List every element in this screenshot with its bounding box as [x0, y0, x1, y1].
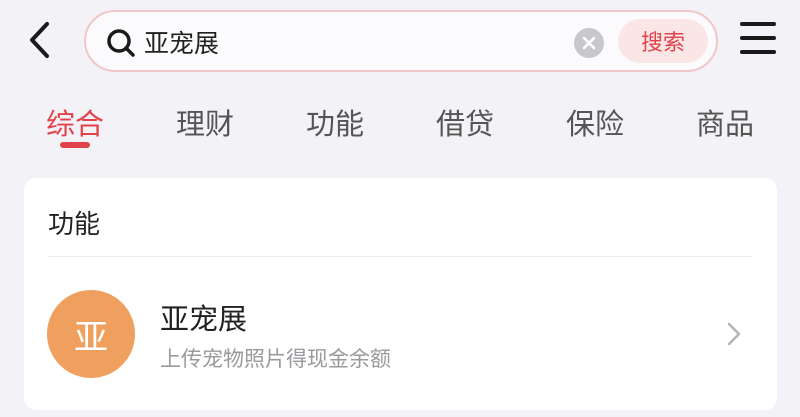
menu-icon [740, 22, 776, 26]
search-box[interactable]: 搜索 [84, 10, 718, 72]
tab-wealth[interactable]: 理财 [160, 100, 250, 148]
tab-functions[interactable]: 功能 [290, 100, 380, 148]
back-button[interactable] [20, 18, 60, 62]
active-tab-indicator [60, 142, 90, 148]
clear-icon [582, 36, 596, 50]
result-item[interactable]: 亚 亚宠展 上传宠物照片得现金余额 [24, 257, 777, 410]
search-input[interactable] [144, 24, 564, 60]
tab-insurance[interactable]: 保险 [550, 100, 640, 148]
menu-icon-line [740, 50, 776, 54]
tab-products[interactable]: 商品 [680, 100, 770, 148]
chevron-left-icon [30, 22, 49, 58]
search-button[interactable]: 搜索 [618, 19, 708, 63]
tab-comprehensive[interactable]: 综合 [30, 100, 120, 148]
clear-button[interactable] [574, 28, 604, 58]
section-title: 功能 [48, 210, 101, 240]
avatar: 亚 [47, 290, 135, 378]
result-description: 上传宠物照片得现金余额 [160, 347, 391, 371]
search-icon [107, 29, 135, 57]
category-tabs: 综合 理财 功能 借贷 保险 商品 [0, 100, 800, 156]
tab-loans[interactable]: 借贷 [420, 100, 510, 148]
chevron-right-icon [727, 322, 741, 346]
result-title: 亚宠展 [160, 302, 248, 336]
menu-icon-line [740, 36, 776, 40]
menu-button[interactable] [740, 22, 776, 54]
functions-card: 功能 亚 亚宠展 上传宠物照片得现金余额 [24, 178, 777, 410]
top-bar: 搜索 [0, 0, 800, 84]
